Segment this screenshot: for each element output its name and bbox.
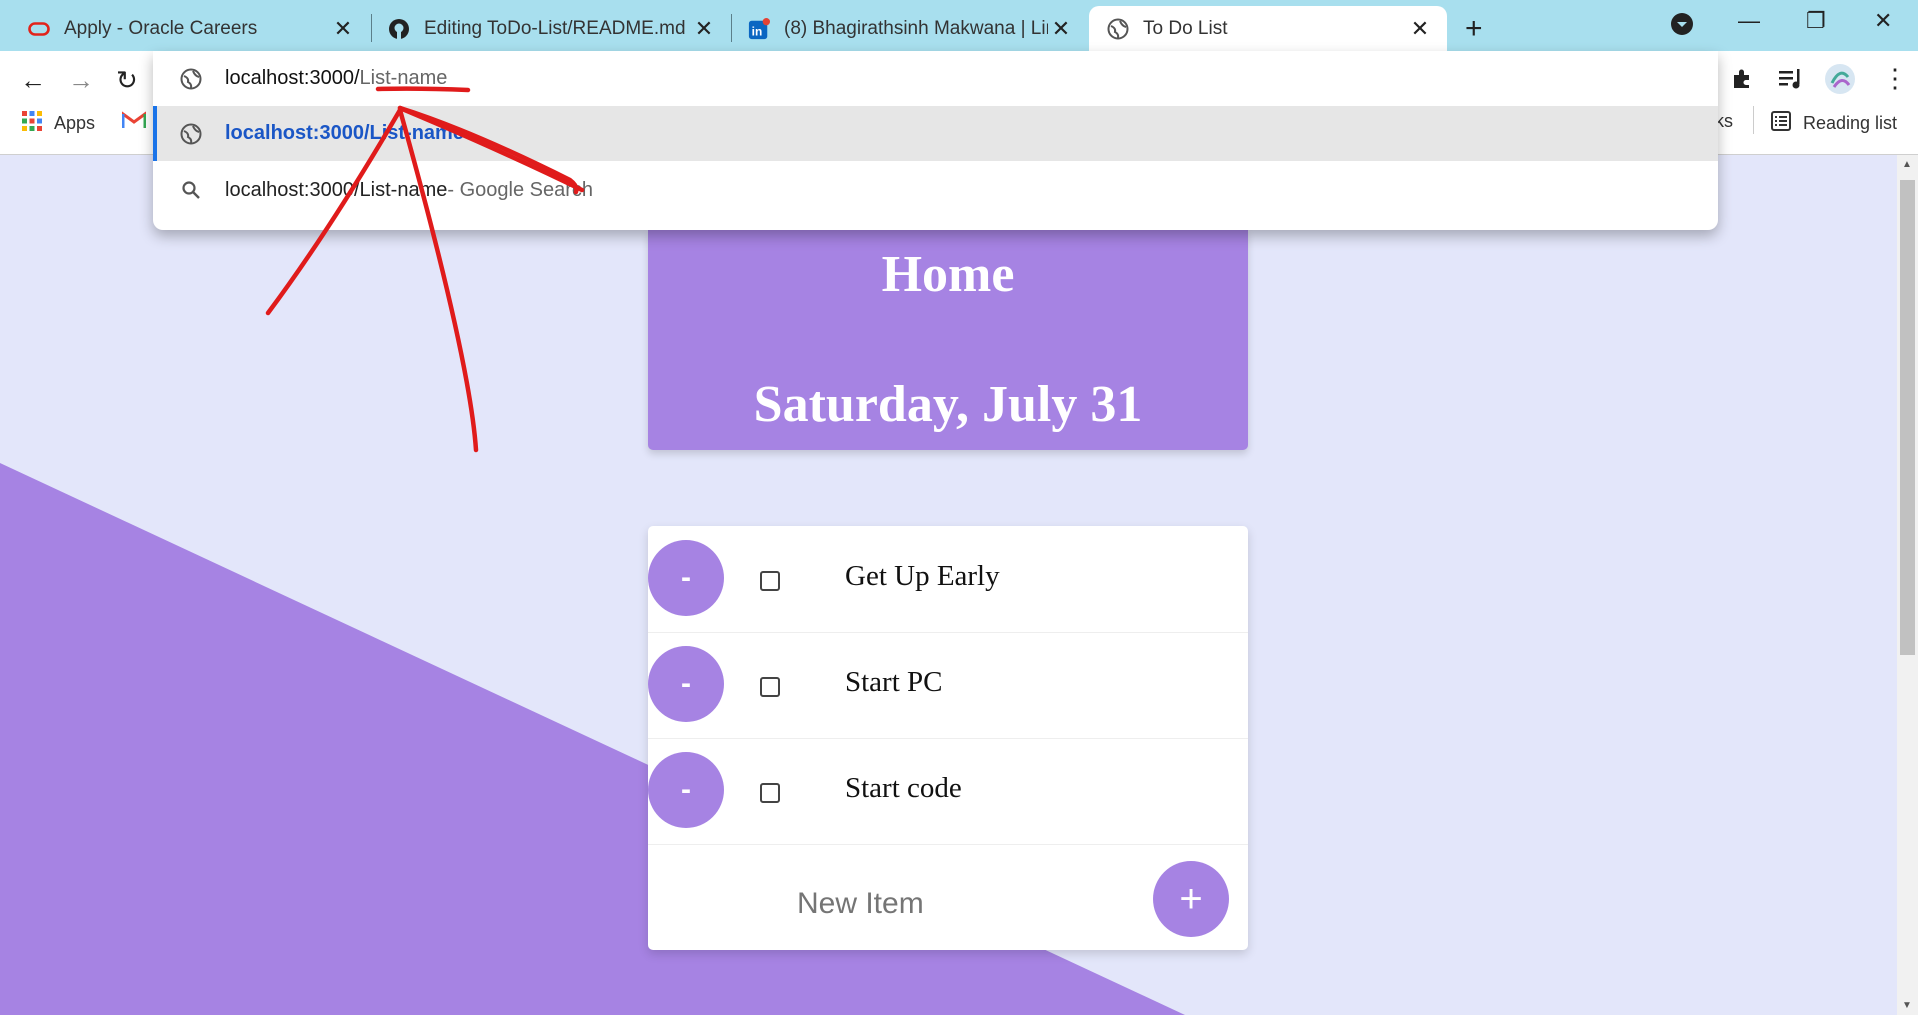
omnibox-suggestion-search[interactable]: localhost:3000/List-name - Google Search: [153, 161, 1718, 219]
suggestion-text: localhost:3000/List-name: [225, 178, 448, 201]
list-header: Home Saturday, July 31: [648, 230, 1248, 450]
bookmark-label: Reading list: [1803, 113, 1898, 133]
add-item-button[interactable]: +: [1153, 861, 1229, 937]
scroll-up-icon[interactable]: ▲: [1902, 159, 1912, 170]
item-checkbox[interactable]: [760, 677, 780, 697]
tab-title: Apply - Oracle Careers: [64, 17, 258, 39]
scroll-down-icon[interactable]: ▼: [1902, 1000, 1912, 1011]
reading-list-button[interactable]: Reading list: [1771, 111, 1897, 136]
bookmark-label: Apps: [54, 113, 96, 133]
tab-to-do-list[interactable]: To Do List ✕: [1089, 6, 1447, 51]
tab-strip: Apply - Oracle Careers ✕ Editing ToDo-Li…: [0, 0, 1918, 51]
tab-title: Editing ToDo-List/README.md at: [424, 17, 691, 39]
scrollbar-thumb[interactable]: [1900, 180, 1915, 655]
tab-oracle-careers[interactable]: Apply - Oracle Careers ✕: [0, 6, 370, 51]
media-control-icon[interactable]: [1778, 67, 1804, 98]
suggestion-text: localhost:3000/List-name: [225, 122, 464, 144]
close-tab-icon[interactable]: ✕: [330, 16, 356, 42]
list-item: - Get Up Early: [648, 526, 1248, 633]
page-scrollbar[interactable]: ▲ ▼: [1897, 155, 1918, 1015]
globe-icon: [177, 68, 205, 90]
omnibox-dropdown: localhost:3000/List-name localhost:3000/…: [153, 51, 1718, 230]
new-tab-icon[interactable]: +: [1465, 12, 1483, 46]
list-item: - Start code: [648, 738, 1248, 845]
back-icon[interactable]: ←: [20, 65, 46, 96]
todo-list: - Get Up Early - Start PC - Start code +: [648, 526, 1248, 950]
menu-kebab-icon[interactable]: ⋮: [1882, 63, 1908, 94]
url-host: localhost:3000/: [225, 67, 360, 89]
tab-search-icon[interactable]: [1670, 12, 1694, 42]
globe-icon: [177, 123, 205, 145]
item-text: Start code: [845, 772, 962, 804]
tab-linkedin[interactable]: in (8) Bhagirathsinh Makwana | Link ✕: [732, 6, 1088, 51]
item-text: Start PC: [845, 666, 943, 698]
item-checkbox[interactable]: [760, 571, 780, 591]
list-item: - Start PC: [648, 632, 1248, 739]
address-bar[interactable]: localhost:3000/List-name: [153, 51, 1718, 106]
omnibox-suggestion-url[interactable]: localhost:3000/List-name: [153, 106, 1718, 161]
delete-item-button[interactable]: -: [648, 752, 724, 828]
reading-list-icon: [1771, 111, 1791, 136]
bookmark-apps[interactable]: Apps: [22, 111, 95, 136]
minimize-icon[interactable]: —: [1738, 8, 1760, 34]
linkedin-icon: in: [748, 17, 770, 40]
gmail-icon[interactable]: [122, 111, 146, 129]
bookmark-divider: [1753, 106, 1754, 134]
delete-item-button[interactable]: -: [648, 646, 724, 722]
restore-icon[interactable]: ❐: [1806, 8, 1826, 34]
list-title: Home: [881, 246, 1015, 303]
url-path: List-name: [359, 67, 448, 89]
selection-indicator: [153, 106, 157, 161]
list-date: Saturday, July 31: [753, 376, 1143, 433]
close-tab-icon[interactable]: ✕: [691, 16, 717, 42]
tab-github-readme[interactable]: Editing ToDo-List/README.md at ✕: [372, 6, 731, 51]
forward-icon[interactable]: →: [68, 65, 94, 96]
item-checkbox[interactable]: [760, 783, 780, 803]
tab-title: (8) Bhagirathsinh Makwana | Link: [784, 17, 1048, 39]
github-icon: [388, 18, 410, 40]
close-window-icon[interactable]: ✕: [1874, 8, 1892, 34]
close-tab-icon[interactable]: ✕: [1048, 16, 1074, 42]
tab-title: To Do List: [1143, 17, 1228, 39]
search-icon: [177, 180, 205, 200]
item-text: Get Up Early: [845, 560, 1000, 592]
svg-text:in: in: [752, 24, 763, 38]
delete-item-button[interactable]: -: [648, 540, 724, 616]
close-tab-icon[interactable]: ✕: [1407, 16, 1433, 42]
profile-avatar[interactable]: [1824, 63, 1856, 102]
new-item-input[interactable]: [795, 886, 1099, 922]
extensions-icon[interactable]: [1730, 67, 1754, 98]
reload-icon[interactable]: ↻: [116, 65, 138, 96]
oracle-icon: [28, 18, 50, 40]
suggestion-suffix: - Google Search: [447, 178, 593, 201]
apps-grid-icon: [22, 111, 42, 136]
globe-icon: [1107, 18, 1129, 40]
